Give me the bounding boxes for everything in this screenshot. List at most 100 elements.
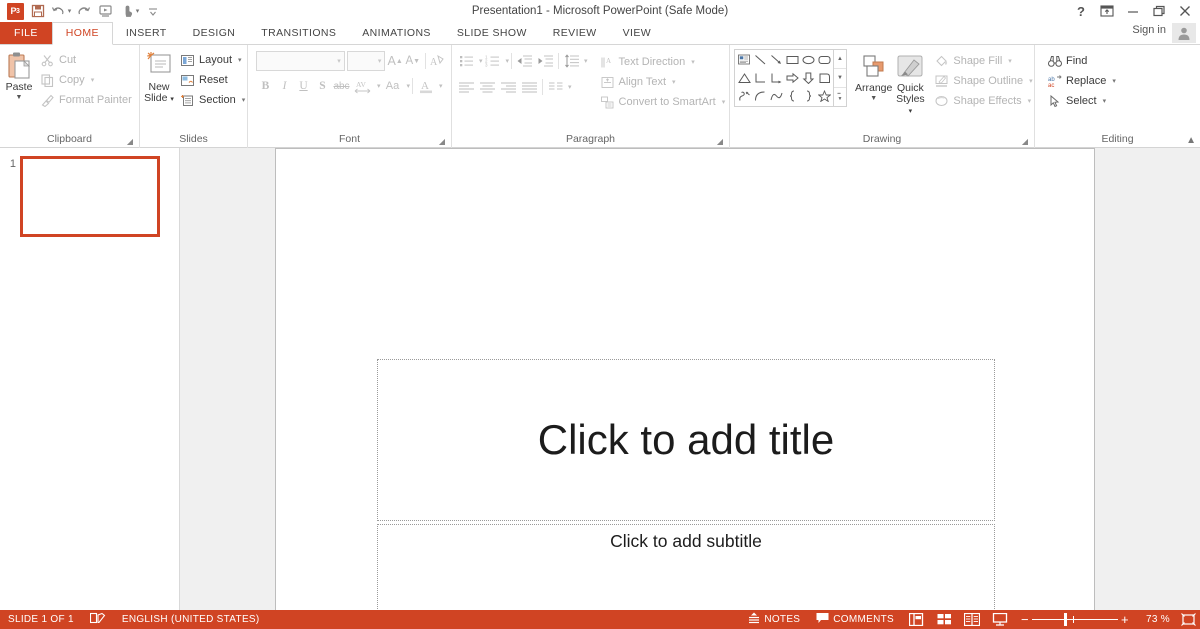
shape-left-brace-icon[interactable]	[784, 87, 800, 105]
slide-count-indicator[interactable]: SLIDE 1 OF 1	[0, 610, 82, 629]
increase-font-size-button[interactable]: A ▲	[387, 51, 403, 71]
arrange-caret-icon[interactable]: ▼	[870, 95, 877, 102]
columns-button[interactable]	[545, 77, 566, 97]
clear-formatting-button[interactable]: A	[429, 51, 445, 71]
shape-fill-button[interactable]: Shape Fill ▾	[930, 51, 1036, 71]
strikethrough-button[interactable]: abc	[332, 76, 351, 96]
zoom-slider[interactable]	[1032, 610, 1118, 629]
layout-caret-icon[interactable]: ▾	[238, 56, 242, 64]
zoom-in-button[interactable]: +	[1118, 613, 1132, 626]
shape-oval-icon[interactable]	[800, 51, 816, 69]
change-case-button[interactable]: Aa	[381, 76, 405, 96]
italic-button[interactable]: I	[275, 76, 294, 96]
slide-sorter-view-button[interactable]	[930, 610, 958, 629]
select-caret-icon[interactable]: ▾	[1103, 97, 1107, 105]
font-size-combobox[interactable]: ▾	[346, 51, 386, 71]
text-direction-caret-icon[interactable]: ▾	[691, 58, 695, 66]
line-spacing-button[interactable]	[561, 51, 582, 71]
shape-down-arrow-icon[interactable]	[800, 69, 816, 87]
fit-slide-to-window-button[interactable]	[1176, 610, 1200, 629]
font-color-caret-icon[interactable]: ▾	[439, 82, 443, 90]
ribbon-display-options-button[interactable]	[1094, 1, 1120, 21]
notes-button[interactable]: NOTES	[740, 610, 808, 629]
slide-canvas[interactable]: Click to add title Click to add subtitle	[275, 148, 1095, 610]
new-slide-button[interactable]: New Slide ▾	[144, 48, 174, 133]
shape-rectangle-icon[interactable]	[784, 51, 800, 69]
tab-view[interactable]: VIEW	[610, 22, 664, 44]
normal-view-button[interactable]	[902, 610, 930, 629]
shape-arrow-icon[interactable]	[768, 51, 784, 69]
copy-button[interactable]: Copy ▾	[36, 70, 136, 90]
language-indicator[interactable]: ENGLISH (UNITED STATES)	[114, 610, 268, 629]
copy-caret-icon[interactable]: ▾	[91, 76, 95, 84]
shapes-more-button[interactable]: ━ ▼	[834, 88, 846, 106]
zoom-level-label[interactable]: 73 %	[1136, 614, 1176, 625]
arrange-button[interactable]: Arrange ▼	[855, 49, 892, 102]
reset-button[interactable]: Reset	[176, 70, 249, 90]
bold-button[interactable]: B	[256, 76, 275, 96]
tab-file[interactable]: FILE	[0, 22, 52, 44]
format-painter-button[interactable]: Format Painter	[36, 90, 136, 110]
shape-freeform-scribble-icon[interactable]	[736, 87, 752, 105]
clipboard-dialog-launcher[interactable]: ◢	[125, 137, 135, 147]
section-caret-icon[interactable]: ▾	[242, 96, 246, 104]
line-spacing-caret-icon[interactable]: ▾	[584, 57, 588, 65]
shape-line-icon[interactable]	[752, 51, 768, 69]
collapse-ribbon-button[interactable]: ▲	[1186, 135, 1196, 146]
comments-button[interactable]: COMMENTS	[808, 610, 902, 629]
help-button[interactable]: ?	[1068, 1, 1094, 21]
section-button[interactable]: Section ▾	[176, 90, 249, 110]
slide-show-button[interactable]	[986, 610, 1014, 629]
slide-thumbnail-1[interactable]	[20, 156, 160, 237]
numbering-caret-icon[interactable]: ▾	[506, 57, 510, 65]
smartart-caret-icon[interactable]: ▾	[722, 98, 726, 106]
shape-fill-caret-icon[interactable]: ▾	[1008, 57, 1012, 65]
layout-button[interactable]: Layout ▾	[176, 50, 249, 70]
shape-elbow-arrow-connector-icon[interactable]	[768, 69, 784, 87]
justify-button[interactable]	[519, 77, 540, 97]
shape-triangle-icon[interactable]	[736, 69, 752, 87]
paragraph-dialog-launcher[interactable]: ◢	[715, 137, 725, 147]
subtitle-placeholder[interactable]: Click to add subtitle	[377, 524, 995, 610]
title-placeholder[interactable]: Click to add title	[377, 359, 995, 521]
quick-styles-button[interactable]: Quick Styles ▾	[894, 49, 926, 117]
align-right-button[interactable]	[498, 77, 519, 97]
account-avatar[interactable]	[1172, 23, 1196, 43]
font-dialog-launcher[interactable]: ◢	[437, 137, 447, 147]
increase-list-level-button[interactable]	[535, 51, 556, 71]
tab-home[interactable]: HOME	[51, 22, 113, 45]
find-button[interactable]: Find	[1043, 51, 1120, 71]
text-shadow-button[interactable]: S	[313, 76, 332, 96]
restore-button[interactable]	[1146, 1, 1172, 21]
close-button[interactable]	[1172, 1, 1198, 21]
decrease-list-level-button[interactable]	[514, 51, 535, 71]
sign-in-button[interactable]: Sign in	[1132, 24, 1166, 36]
tab-slide-show[interactable]: SLIDE SHOW	[444, 22, 540, 44]
shape-right-arrow-icon[interactable]	[784, 69, 800, 87]
tab-animations[interactable]: ANIMATIONS	[349, 22, 444, 44]
align-text-caret-icon[interactable]: ▾	[672, 78, 676, 86]
paste-caret-icon[interactable]: ▼	[16, 94, 23, 101]
shape-effects-caret-icon[interactable]: ▾	[1028, 97, 1032, 105]
paste-button[interactable]: Paste ▼	[4, 48, 34, 133]
tab-transitions[interactable]: TRANSITIONS	[248, 22, 349, 44]
font-name-combobox[interactable]: ▾	[256, 51, 345, 71]
font-color-button[interactable]: A	[415, 76, 437, 96]
shape-textbox-icon[interactable]	[736, 51, 752, 69]
align-left-button[interactable]	[456, 77, 477, 97]
numbering-button[interactable]: 123	[483, 51, 504, 71]
change-case-caret-icon[interactable]: ▾	[407, 82, 411, 90]
shape-star-icon[interactable]	[816, 87, 832, 105]
shape-pentagon-icon[interactable]	[816, 69, 832, 87]
shape-rounded-rectangle-icon[interactable]	[816, 51, 832, 69]
zoom-out-button[interactable]: −	[1018, 613, 1032, 626]
character-spacing-button[interactable]: AV	[351, 76, 375, 96]
shape-outline-button[interactable]: Shape Outline ▾	[930, 71, 1036, 91]
zoom-slider-handle[interactable]	[1063, 613, 1067, 626]
replace-button[interactable]: ab ac Replace ▾	[1043, 71, 1120, 91]
reading-view-button[interactable]	[958, 610, 986, 629]
bullets-button[interactable]	[456, 51, 477, 71]
tab-insert[interactable]: INSERT	[113, 22, 180, 44]
decrease-font-size-button[interactable]: A ▼	[405, 51, 421, 71]
shape-elbow-connector-icon[interactable]	[752, 69, 768, 87]
